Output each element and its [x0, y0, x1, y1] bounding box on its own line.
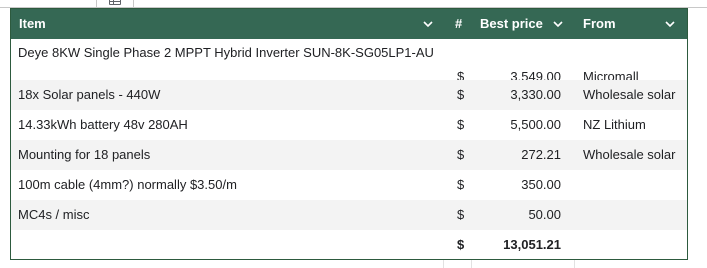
header-best-price[interactable]: Best price [480, 9, 543, 39]
currency-cell[interactable]: $ [457, 110, 464, 140]
currency-cell[interactable]: $ [457, 170, 464, 200]
column-gridline [471, 260, 472, 268]
column-gridline [574, 260, 575, 268]
header-from[interactable]: From [583, 9, 616, 39]
price-cell[interactable]: 3,330.00 [510, 80, 561, 110]
price-cell[interactable]: 350.00 [521, 170, 561, 200]
table-row[interactable]: 100m cable (4mm?) normally $3.50/m $ 350… [11, 170, 687, 200]
table-header: Item # Best price From [11, 9, 687, 39]
currency-cell[interactable]: $ [457, 200, 464, 230]
price-cell[interactable]: 5,500.00 [510, 110, 561, 140]
price-cell[interactable]: 50.00 [528, 200, 561, 230]
header-item[interactable]: Item [19, 9, 46, 39]
item-cell[interactable]: MC4s / misc [18, 200, 90, 230]
table-icon[interactable] [109, 0, 121, 5]
table-row[interactable]: 14.33kWh battery 48v 280AH $ 5,500.00 NZ… [11, 110, 687, 140]
chevron-down-icon[interactable] [665, 20, 675, 28]
chevron-down-icon[interactable] [423, 20, 433, 28]
item-cell[interactable]: Deye 8KW Single Phase 2 MPPT Hybrid Inve… [18, 45, 434, 61]
sheet-top-strip [0, 0, 707, 8]
from-cell[interactable]: Wholesale solar [583, 80, 676, 110]
total-currency-cell[interactable]: $ [457, 230, 464, 259]
table-row[interactable]: 18x Solar panels - 440W $ 3,330.00 Whole… [11, 80, 687, 110]
from-cell[interactable]: Wholesale solar [583, 140, 676, 170]
item-cell[interactable]: 14.33kWh battery 48v 280AH [18, 110, 188, 140]
table-row[interactable]: Mounting for 18 panels $ 272.21 Wholesal… [11, 140, 687, 170]
item-cell[interactable]: 100m cable (4mm?) normally $3.50/m [18, 170, 237, 200]
chevron-down-icon[interactable] [553, 20, 563, 28]
price-table: Item # Best price From Deye 8KW Single P… [10, 8, 688, 260]
total-price-cell[interactable]: 13,051.21 [503, 230, 561, 259]
from-cell[interactable]: NZ Lithium [583, 110, 646, 140]
table-row[interactable]: MC4s / misc $ 50.00 [11, 200, 687, 230]
column-gridline [443, 260, 444, 268]
header-currency[interactable]: # [455, 9, 462, 39]
total-row[interactable]: $ 13,051.21 [11, 230, 687, 259]
currency-cell[interactable]: $ [457, 80, 464, 110]
item-cell[interactable]: 18x Solar panels - 440W [18, 80, 160, 110]
item-cell[interactable]: Mounting for 18 panels [18, 140, 150, 170]
price-cell[interactable]: 272.21 [521, 140, 561, 170]
currency-cell[interactable]: $ [457, 140, 464, 170]
